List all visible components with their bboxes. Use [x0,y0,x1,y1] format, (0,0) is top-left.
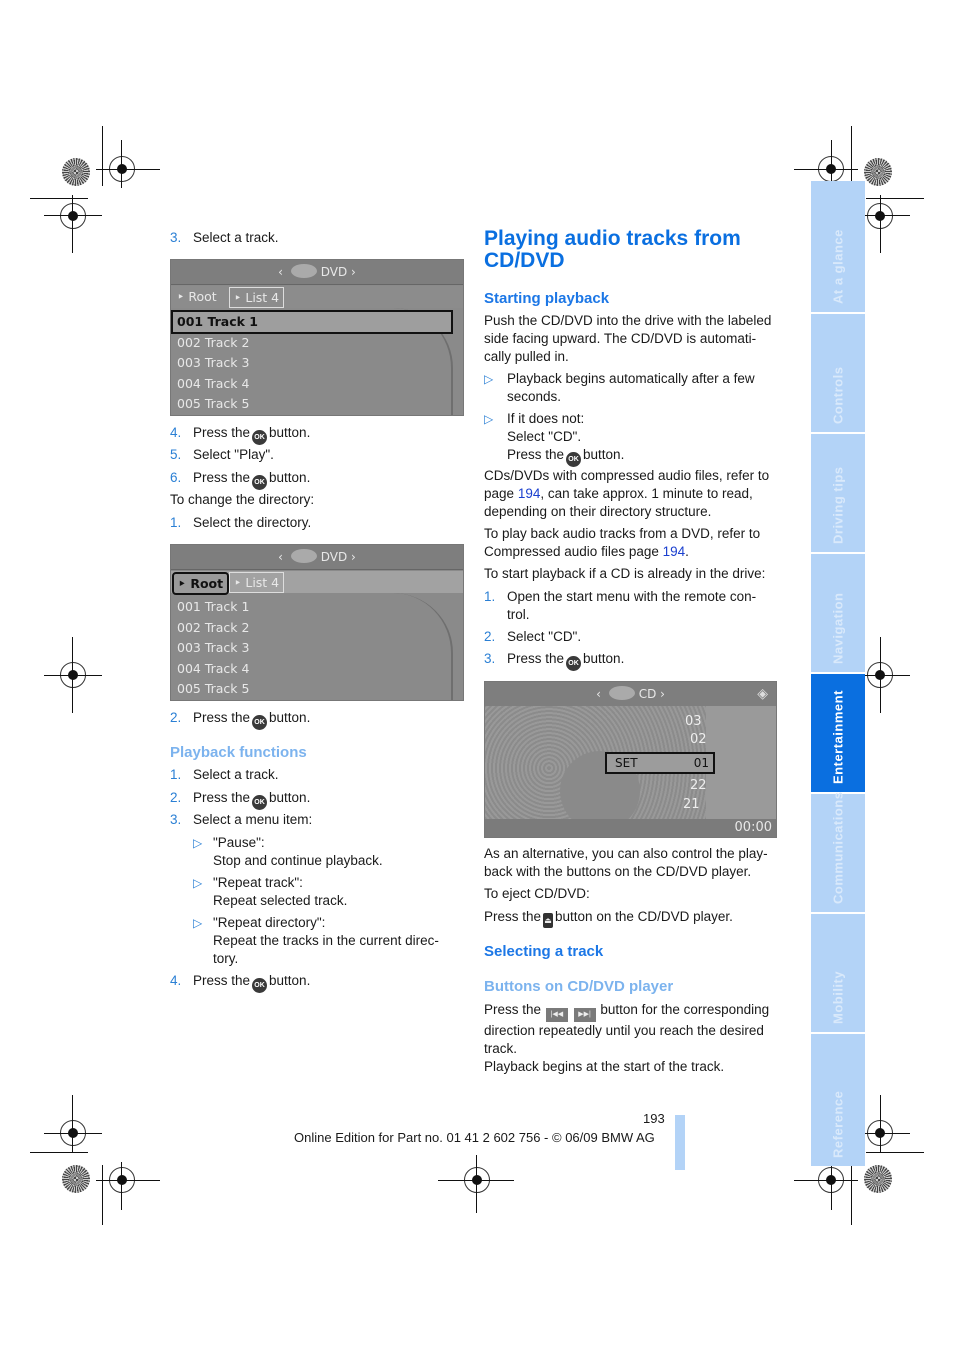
track-item[interactable]: 003 Track 3 [177,355,249,370]
source-header: ‹ CD › ◈ [485,682,776,707]
list-item: 3. Select a track. [170,230,279,245]
track-item[interactable]: 002 Track 2 [177,335,249,350]
track-number[interactable]: 02 [690,732,707,747]
disc-icon [290,264,317,278]
track-item[interactable]: 004 Track 4 [177,376,249,391]
list-item: 5. Select "Play". [170,447,274,462]
source-header: ‹ DVD › [171,260,463,285]
ok-button-icon: OK [566,452,582,467]
ok-button-icon: OK [252,475,268,490]
crumb-root[interactable]: ‣ Root [173,287,221,306]
list-item: 3. Press the OK button. [484,650,624,671]
tab-navigation[interactable]: Navigation [811,554,865,672]
paragraph: To change the directory: [170,492,315,507]
section-heading-playback-functions: Playback functions [170,744,307,761]
paragraph: CDs/DVDs with compressed audio files, re… [484,468,770,519]
triangle-bullet-icon: ▷ [484,372,494,386]
section-heading-buttons-player: Buttons on CD/DVD player [484,978,674,995]
track-item[interactable]: 002 Track 2 [177,620,249,635]
page-link[interactable]: 194 [663,544,686,559]
registration-star-icon [864,158,892,186]
dvd-track-list-screen: ‹ DVD › ‣ Root ‣ List 4 001 Track 1 002 … [170,259,464,416]
ok-button-icon: OK [252,430,268,445]
cd-player-screen: ‹ CD › ◈ 03 02 SET 01 22 21 00:00 [484,681,777,838]
track-item[interactable]: 004 Track 4 [177,661,249,676]
crumb-list[interactable]: ‣ List 4 [229,572,285,593]
bullet-item: ▷ "Pause": Stop and continue playback. [193,835,383,868]
breadcrumb: ‣ Root ‣ List 4 [171,286,463,308]
registration-star-icon [62,158,90,186]
page-marker-bar [675,1115,685,1170]
paragraph: Push the CD/DVD into the drive with the … [484,313,772,364]
paragraph: To start playback if a CD is already in … [484,566,766,581]
track-number[interactable]: 03 [685,714,702,729]
elapsed-time: 00:00 [485,819,776,837]
disc-icon [608,686,635,700]
section-heading-selecting-track: Selecting a track [484,943,604,960]
list-item: 1. Select a track. [170,767,279,782]
dvd-directory-screen: ‹ DVD › ‣ Root ‣ List 4 001 Track 1 002 … [170,544,464,701]
list-item: 1. Open the start menu with the remote c… [484,589,757,622]
track-item[interactable]: 001 Track 1 [177,599,249,614]
ok-button-icon: OK [252,715,268,730]
page-number: 193 [643,1111,665,1126]
page-link[interactable]: 194 [518,486,541,501]
paragraph: To eject CD/DVD: [484,886,590,901]
paragraph: As an alternative, you can also control … [484,846,768,879]
track-number[interactable]: 21 [683,797,700,812]
track-item[interactable]: 005 Track 5 [177,681,249,696]
list-item: 2. Press the OK button. [170,789,310,810]
list-item: 2. Select "CD". [484,629,582,644]
edition-notice: Online Edition for Part no. 01 41 2 602 … [294,1130,655,1145]
crumb-list[interactable]: ‣ List 4 [229,287,285,308]
track-number[interactable]: 22 [690,778,707,793]
controller-direction-icon: ◈ [757,686,768,702]
tab-driving-tips[interactable]: Driving tips [811,434,865,552]
disc-icon [290,549,317,563]
tab-reference[interactable]: Reference [811,1034,865,1166]
list-item: 3. Select a menu item: [170,812,313,827]
list-item: 4. Press the OK button. [170,972,310,993]
track-item[interactable]: 005 Track 5 [177,396,249,411]
list-item: 4. Press the OK button. [170,424,310,445]
breadcrumb: ‣ Root ‣ List 4 [171,571,463,595]
source-header: ‹ DVD › [171,545,463,570]
registration-star-icon [62,1165,90,1193]
paragraph: Press the ⏏ button on the CD/DVD player. [484,908,733,928]
registration-mark-icon [60,203,86,229]
bullet-item: ▷ "Repeat track": Repeat selected track. [193,875,348,908]
triangle-bullet-icon: ▷ [193,836,203,850]
eject-button-icon: ⏏ [543,913,554,928]
previous-track-button-icon: |◀◀ [545,1008,568,1022]
track-selected[interactable]: SET 01 [605,752,715,774]
bullet-item: ▷ If it does not: Select "CD". Press the O… [484,410,624,467]
bullet-item: ▷ "Repeat directory": Repeat the tracks i… [193,915,439,966]
track-item[interactable]: 003 Track 3 [177,640,249,655]
list-item: 1. Select the directory. [170,515,312,530]
triangle-bullet-icon: ▷ [193,916,203,930]
tab-entertainment[interactable]: Entertainment [811,674,865,792]
ok-button-icon: OK [252,978,268,993]
registration-star-icon [864,1165,892,1193]
page-title: Playing audio tracks from CD/DVD [484,227,741,272]
section-heading-starting-playback: Starting playback [484,290,610,307]
tab-controls[interactable]: Controls [811,314,865,432]
ok-button-icon: OK [566,656,582,671]
paragraph: Press the |◀◀ ▶▶| button for the corresp… [484,1002,770,1074]
triangle-bullet-icon: ▷ [193,876,203,890]
paragraph: To play back audio tracks from a DVD, re… [484,526,761,559]
list-item: 6. Press the OK button. [170,469,310,490]
triangle-bullet-icon: ▷ [484,412,494,426]
track-item-selected[interactable]: 001 Track 1 [171,310,453,334]
next-track-button-icon: ▶▶| [573,1008,596,1022]
list-item: 2. Press the OK button. [170,709,310,730]
tab-at-a-glance[interactable]: At a glance [811,181,865,312]
ok-button-icon: OK [252,795,268,810]
crumb-root-selected[interactable]: ‣ Root [172,572,230,595]
tab-mobility[interactable]: Mobility [811,914,865,1032]
tab-communications[interactable]: Communications [811,792,865,912]
bullet-item: ▷ Playback begins automatically after a f… [484,371,755,404]
